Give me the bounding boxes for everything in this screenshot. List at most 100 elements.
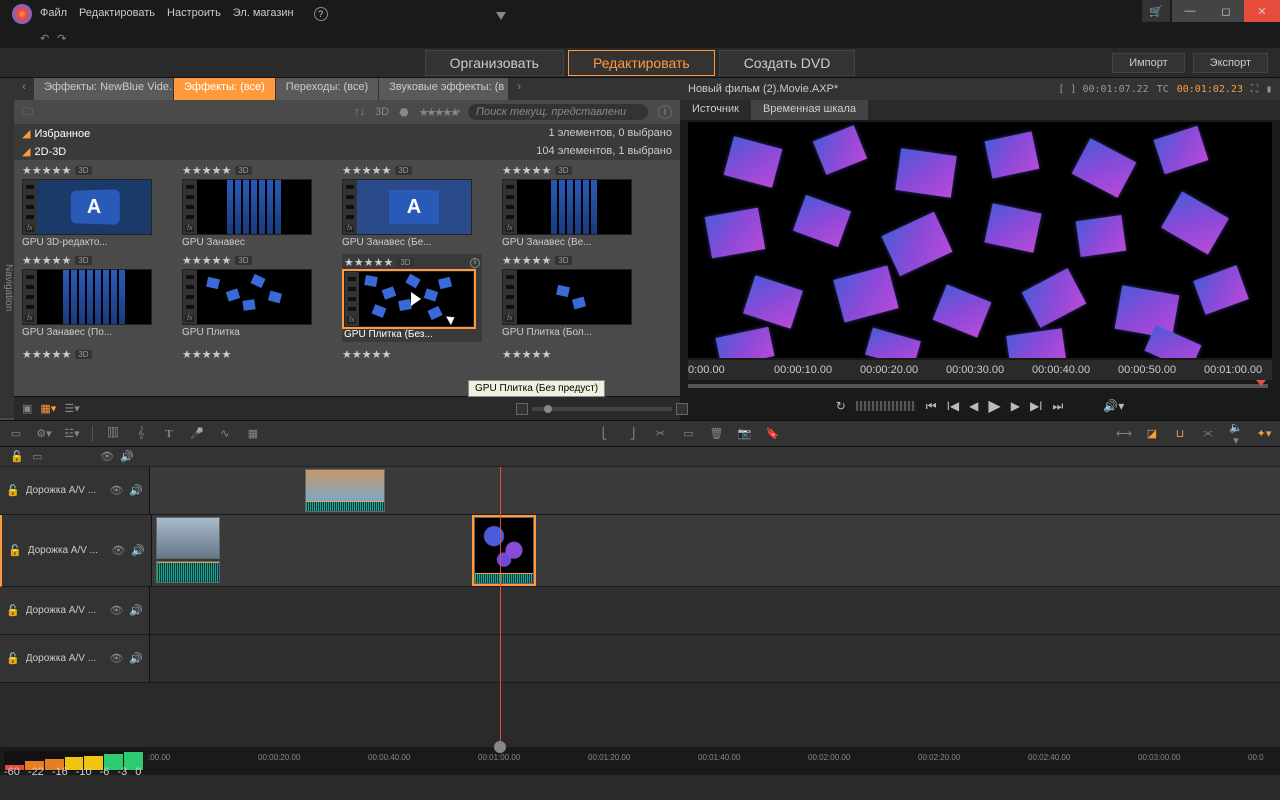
- thumbnails-view-icon[interactable]: ▦▾: [40, 402, 56, 415]
- ducking-icon[interactable]: ∿: [217, 427, 233, 440]
- 3d-filter-icon[interactable]: 3D: [375, 106, 389, 118]
- effect-item[interactable]: ★★★★★3D fx GPU Занавес: [182, 164, 322, 248]
- thumbnail-size-slider[interactable]: [532, 407, 672, 411]
- lock-icon[interactable]: 🔓: [6, 604, 20, 617]
- folder-icon[interactable]: 🗀: [22, 103, 33, 122]
- preview-canvas[interactable]: [688, 122, 1272, 358]
- menu-file[interactable]: Файл: [40, 7, 67, 21]
- lock-icon[interactable]: 🔓: [8, 544, 22, 557]
- volume-icon[interactable]: 🔊▾: [1103, 399, 1124, 413]
- trim-icon[interactable]: ⟷: [1116, 427, 1132, 440]
- rating-filter-icon[interactable]: ★★★★★: [419, 106, 458, 119]
- step-back-icon[interactable]: ◀: [969, 399, 978, 413]
- maximize-button[interactable]: ◻: [1208, 0, 1244, 22]
- category-2d3d-header[interactable]: ◢2D-3D 104 элементов, 1 выбрано: [14, 142, 680, 160]
- track-body[interactable]: [152, 515, 1280, 586]
- trash-icon[interactable]: 🗑: [709, 427, 725, 440]
- tab-dvd[interactable]: Создать DVD: [719, 50, 856, 76]
- timeline-scroll-handle[interactable]: [494, 741, 506, 753]
- storyboard-icon[interactable]: ▭: [8, 427, 24, 440]
- mute-icon[interactable]: 🔊: [129, 652, 143, 665]
- list-view-icon[interactable]: ☰▾: [64, 402, 79, 415]
- navigation-strip[interactable]: Navigation: [0, 78, 14, 418]
- playhead-handle[interactable]: [496, 12, 506, 20]
- collections-icon[interactable]: ▣: [22, 402, 32, 415]
- track-header[interactable]: 🔓 Дорожка A/V ... 👁 🔊: [0, 467, 150, 514]
- track-header[interactable]: 🔓 Дорожка A/V ... 👁 🔊: [0, 587, 150, 634]
- lock-all-icon[interactable]: 🔓: [10, 450, 24, 463]
- marker-icon[interactable]: 🔖: [765, 427, 781, 440]
- timeline-clip[interactable]: [305, 469, 385, 512]
- fullscreen-icon[interactable]: ⛶: [1251, 84, 1258, 95]
- effect-item[interactable]: ★★★★★3D fx GPU Плитка: [182, 254, 322, 342]
- cart-icon[interactable]: 🛒: [1142, 0, 1170, 22]
- gear-icon[interactable]: ⚙▾: [36, 427, 52, 440]
- mute-icon[interactable]: 🔊: [131, 544, 145, 557]
- track-header[interactable]: 🔓 Дорожка A/V ... 👁 🔊: [0, 635, 150, 682]
- fx-tab-transitions[interactable]: Переходы: (все): [276, 78, 379, 100]
- effect-item[interactable]: ★★★★★3D Afx GPU 3D-редакто...: [22, 164, 162, 248]
- tab-organize[interactable]: Организовать: [425, 50, 564, 76]
- timeline-ruler[interactable]: :00.00 00:00:20.00 00:00:40.00 00:01:00.…: [144, 747, 1280, 775]
- info-icon[interactable]: i: [470, 258, 480, 268]
- tab-timeline-preview[interactable]: Временная шкала: [751, 100, 868, 120]
- tracks-icon[interactable]: ☳▾: [64, 427, 80, 440]
- go-start-icon[interactable]: ⏮: [926, 399, 937, 414]
- title-icon[interactable]: T: [161, 428, 177, 440]
- mark-out-icon[interactable]: ⎦: [625, 427, 641, 440]
- loop-icon[interactable]: ↻: [836, 399, 846, 413]
- preview-scrubber[interactable]: [688, 380, 1272, 392]
- global-visibility-icon[interactable]: 👁: [100, 450, 114, 463]
- track-body[interactable]: [150, 587, 1280, 634]
- effect-item[interactable]: ★★★★★3D: [22, 348, 162, 361]
- step-fwd-icon[interactable]: ▶: [1011, 399, 1020, 413]
- play-icon[interactable]: ▶: [988, 396, 1000, 416]
- effect-item[interactable]: ★★★★★3D fx GPU Плитка (Бол...: [502, 254, 642, 342]
- effect-item[interactable]: ★★★★★3D Afx GPU Занавес (Бе...: [342, 164, 482, 248]
- menu-edit[interactable]: Редактировать: [79, 7, 155, 21]
- visibility-icon[interactable]: 👁: [109, 604, 123, 617]
- search-input[interactable]: Поиск текущ. представлени: [468, 104, 648, 120]
- tab-nav-right-icon[interactable]: ›: [509, 78, 529, 100]
- visibility-icon[interactable]: 👁: [109, 484, 123, 497]
- close-button[interactable]: ✕: [1244, 0, 1280, 22]
- tab-nav-left-icon[interactable]: ‹: [14, 78, 34, 100]
- undo-icon[interactable]: ↶: [40, 32, 49, 45]
- fx-tab-all[interactable]: Эффекты: (все): [174, 78, 276, 100]
- mark-in-icon[interactable]: ⎣: [597, 427, 613, 440]
- help-icon[interactable]: ?: [314, 7, 328, 21]
- effect-item[interactable]: ★★★★★3D fx GPU Занавес (Ве...: [502, 164, 642, 248]
- tab-source[interactable]: Источник: [680, 100, 751, 120]
- track-body[interactable]: [150, 467, 1280, 514]
- global-audio-icon[interactable]: 🔊: [120, 450, 134, 463]
- go-end-icon[interactable]: ⏭: [1053, 399, 1064, 414]
- jog-wheel[interactable]: [856, 401, 916, 411]
- info-icon[interactable]: i: [658, 105, 672, 119]
- fx-tab-newblue[interactable]: Эффекты: NewBlue Vide...: [34, 78, 174, 100]
- import-button[interactable]: Импорт: [1112, 53, 1184, 73]
- fx-tab-sound[interactable]: Звуковые эффекты: (в: [379, 78, 509, 100]
- lock-icon[interactable]: 🔓: [6, 652, 20, 665]
- track-body[interactable]: [150, 635, 1280, 682]
- lock-icon[interactable]: 🔓: [6, 484, 20, 497]
- link-icon[interactable]: ⫘: [1200, 427, 1216, 440]
- export-button[interactable]: Экспорт: [1193, 53, 1268, 73]
- timeline-clip-effect[interactable]: [474, 517, 534, 584]
- visibility-icon[interactable]: 👁: [111, 544, 125, 557]
- preview-ruler[interactable]: 0:00.00 00:00:10.00 00:00:20.00 00:00:30…: [688, 360, 1272, 380]
- transition-icon[interactable]: ◪: [1144, 427, 1160, 440]
- 3d-icon[interactable]: ▦: [245, 427, 261, 440]
- music-icon[interactable]: 𝄞: [133, 427, 149, 440]
- timeline-clip-audio[interactable]: [156, 561, 220, 583]
- speaker-icon[interactable]: 🔈▾: [1228, 421, 1244, 447]
- prev-frame-icon[interactable]: I◀: [947, 399, 960, 413]
- redo-icon[interactable]: ↷: [57, 32, 66, 45]
- playhead-line[interactable]: [500, 467, 501, 747]
- timeline-clip[interactable]: [156, 517, 220, 559]
- favorites-header[interactable]: ◢Избранное 1 элементов, 0 выбрано: [14, 124, 680, 142]
- menu-shop[interactable]: Эл. магазин: [233, 7, 294, 21]
- magnet-icon[interactable]: ⊔: [1172, 427, 1188, 440]
- effect-item[interactable]: ★★★★★3D fx GPU Занавес (По...: [22, 254, 162, 342]
- collapse-icon[interactable]: ▭: [32, 450, 42, 463]
- mute-icon[interactable]: 🔊: [129, 604, 143, 617]
